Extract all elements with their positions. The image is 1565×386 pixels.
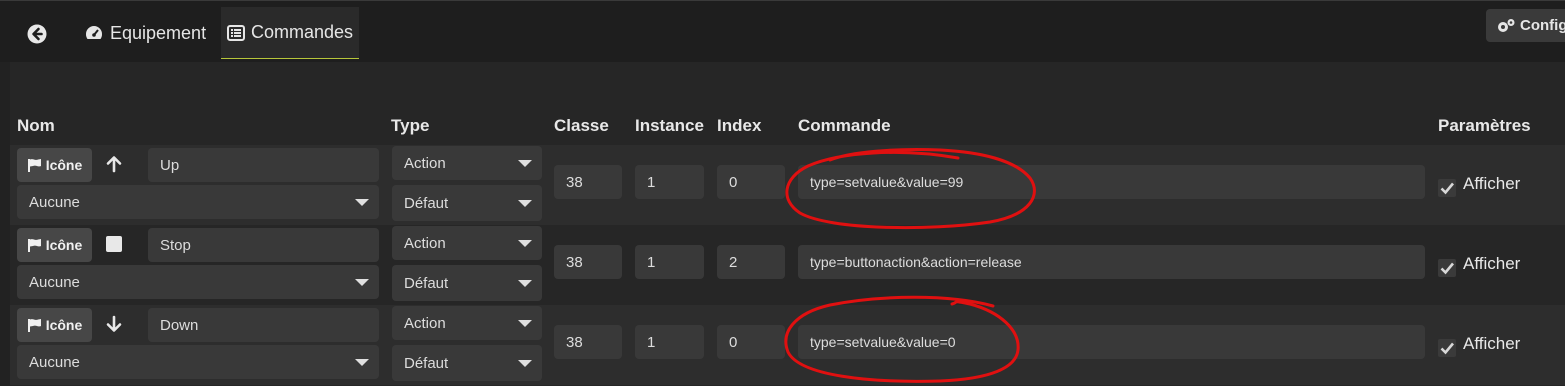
- table-row: Icône Down Aucune Action Défaut 38 1 0 t…: [10, 305, 1565, 385]
- afficher-checkbox[interactable]: [1438, 259, 1456, 277]
- chevron-down-icon: [355, 279, 369, 286]
- subtype-select[interactable]: Défaut: [392, 265, 542, 301]
- commande-input[interactable]: type=setvalue&value=0: [798, 325, 1425, 359]
- icon-picker-button[interactable]: Icône: [17, 148, 92, 182]
- icon-select-value: Aucune: [29, 273, 80, 291]
- classe-input[interactable]: 38: [554, 165, 622, 199]
- type-select-value: Action: [404, 154, 446, 172]
- table-row: Icône Up Aucune Action Défaut 38 1 0 typ…: [10, 145, 1565, 225]
- flag-icon: [27, 238, 41, 252]
- arrow-down-icon: [104, 314, 124, 334]
- icon-picker-button[interactable]: Icône: [17, 228, 92, 262]
- back-button[interactable]: [26, 23, 48, 45]
- index-input[interactable]: 0: [717, 165, 785, 199]
- type-select[interactable]: Action: [392, 226, 542, 260]
- tab-commandes[interactable]: Commandes: [221, 7, 359, 59]
- chevron-down-icon: [518, 280, 532, 287]
- header-nom: Nom: [17, 116, 55, 135]
- afficher-label: Afficher: [1463, 334, 1521, 353]
- stop-square-icon: [104, 234, 124, 254]
- index-input[interactable]: 2: [717, 245, 785, 279]
- chevron-down-icon: [518, 160, 532, 167]
- index-input[interactable]: 0: [717, 325, 785, 359]
- command-name-input[interactable]: Down: [148, 308, 379, 342]
- icon-picker-label: Icône: [45, 157, 83, 173]
- chevron-down-icon: [518, 320, 532, 327]
- header-index: Index: [717, 116, 762, 135]
- flag-icon: [27, 158, 41, 172]
- configuration-button[interactable]: Configu: [1486, 9, 1565, 42]
- icon-select-value: Aucune: [29, 353, 80, 371]
- icon-select[interactable]: Aucune: [17, 265, 379, 299]
- table-row: Icône Stop Aucune Action Défaut 38 1 2 t…: [10, 225, 1565, 305]
- tab-commandes-label: Commandes: [250, 22, 354, 42]
- icon-picker-label: Icône: [45, 237, 83, 253]
- top-bar: Equipement Commandes Configu: [0, 0, 1565, 62]
- icon-select[interactable]: Aucune: [17, 345, 379, 379]
- header-instance: Instance: [635, 116, 704, 135]
- afficher-checkbox[interactable]: [1438, 339, 1456, 357]
- flag-icon: [27, 318, 41, 332]
- chevron-down-icon: [518, 360, 532, 367]
- type-select-value: Action: [404, 234, 446, 252]
- checkmark-icon: [1440, 262, 1454, 275]
- commande-input[interactable]: type=buttonaction&action=release: [798, 245, 1425, 279]
- subtype-select-value: Défaut: [404, 354, 449, 372]
- chevron-down-icon: [355, 199, 369, 206]
- instance-input[interactable]: 1: [635, 245, 704, 279]
- afficher-label: Afficher: [1463, 174, 1521, 193]
- commande-input[interactable]: type=setvalue&value=99: [798, 165, 1425, 199]
- header-commande: Commande: [798, 116, 891, 135]
- arrow-left-circle-icon: [27, 24, 47, 44]
- icon-select[interactable]: Aucune: [17, 185, 379, 219]
- command-name-input[interactable]: Stop: [148, 228, 379, 262]
- header-parametres: Paramètres: [1438, 116, 1531, 135]
- configuration-label: Configu: [1520, 17, 1565, 34]
- tachometer-icon: [85, 26, 103, 39]
- tab-equipement[interactable]: Equipement: [84, 7, 206, 59]
- afficher-checkbox[interactable]: [1438, 179, 1456, 197]
- checkmark-icon: [1440, 342, 1454, 355]
- chevron-down-icon: [518, 200, 532, 207]
- command-name-input[interactable]: Up: [148, 148, 379, 182]
- header-type: Type: [391, 116, 430, 135]
- cogs-icon: [1498, 18, 1515, 32]
- type-select-value: Action: [404, 314, 446, 332]
- classe-input[interactable]: 38: [554, 245, 622, 279]
- instance-input[interactable]: 1: [635, 325, 704, 359]
- instance-input[interactable]: 1: [635, 165, 704, 199]
- subtype-select[interactable]: Défaut: [392, 345, 542, 381]
- afficher-label: Afficher: [1463, 254, 1521, 273]
- icon-picker-label: Icône: [45, 317, 83, 333]
- tab-equipement-label: Equipement: [110, 22, 207, 43]
- subtype-select-value: Défaut: [404, 194, 449, 212]
- header-classe: Classe: [554, 116, 609, 135]
- icon-picker-button[interactable]: Icône: [17, 308, 92, 342]
- arrow-up-icon: [104, 154, 124, 174]
- list-alt-icon: [226, 24, 245, 41]
- subtype-select-value: Défaut: [404, 274, 449, 292]
- chevron-down-icon: [355, 359, 369, 366]
- checkmark-icon: [1440, 182, 1454, 195]
- subtype-select[interactable]: Défaut: [392, 185, 542, 221]
- type-select[interactable]: Action: [392, 306, 542, 340]
- classe-input[interactable]: 38: [554, 325, 622, 359]
- chevron-down-icon: [518, 240, 532, 247]
- icon-select-value: Aucune: [29, 193, 80, 211]
- type-select[interactable]: Action: [392, 146, 542, 180]
